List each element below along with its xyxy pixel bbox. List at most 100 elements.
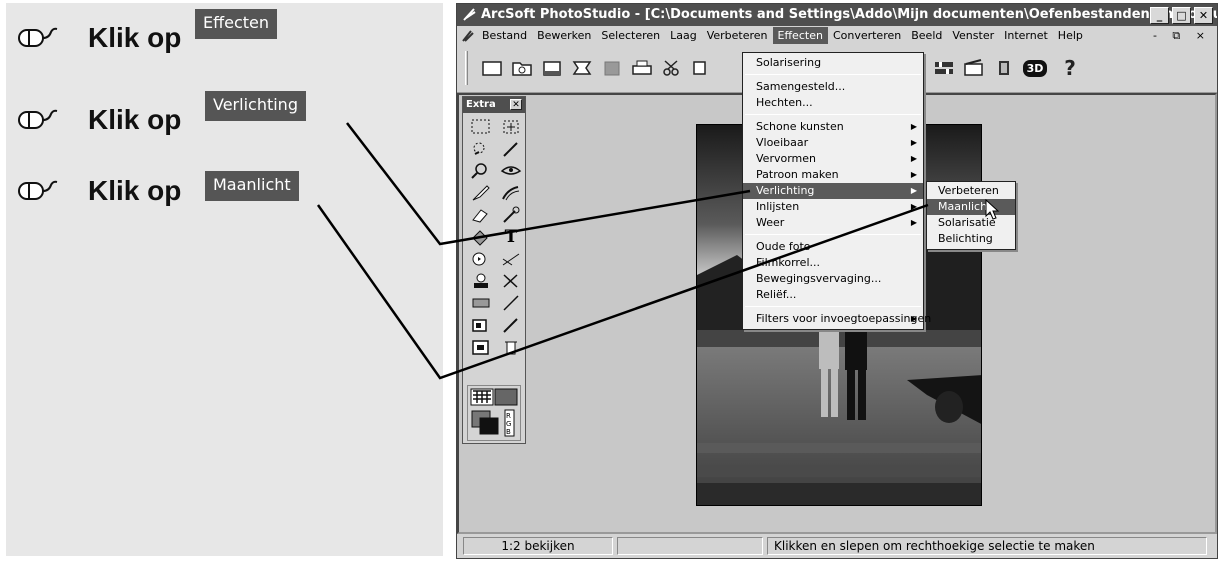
resize-icon[interactable]: [468, 337, 494, 356]
menu-item-schone-kunsten[interactable]: Schone kunsten ▶: [743, 119, 923, 135]
instruction-target-verlichting: Verlichting: [205, 91, 306, 121]
eraser-icon[interactable]: [468, 205, 494, 224]
gradient-tool-icon[interactable]: [498, 249, 524, 268]
menu-item-vervormen[interactable]: Vervormen ▶: [743, 151, 923, 167]
instruction-panel: Klik op Effecten Klik op Verlichting Kli…: [6, 3, 443, 556]
effecten-menu: Solarisering Samengesteld... Hechten... …: [742, 52, 931, 330]
move-select-icon[interactable]: [498, 117, 524, 136]
clone-icon[interactable]: [498, 205, 524, 224]
menu-converteren[interactable]: Converteren: [828, 27, 906, 44]
palette-title[interactable]: Extra ✕: [463, 97, 525, 113]
line-icon[interactable]: [498, 293, 524, 312]
menu-item-verlichting[interactable]: Verlichting ▶: [743, 183, 923, 199]
open-icon[interactable]: [509, 55, 535, 81]
fill-icon[interactable]: [468, 227, 494, 246]
submenu-arrow-icon: ▶: [910, 202, 917, 211]
zoom-status: 1:2 bekijken: [463, 537, 613, 555]
instruction-step-3: Klik op: [18, 170, 181, 212]
menu-beeld[interactable]: Beeld: [906, 27, 947, 44]
submenu-item-verbeteren[interactable]: Verbeteren: [927, 183, 1015, 199]
film-icon[interactable]: [961, 55, 987, 81]
palette-tools: T: [463, 113, 525, 356]
help-icon[interactable]: ?: [1057, 55, 1083, 81]
menu-bar: Bestand Bewerken Selecteren Laag Verbete…: [457, 26, 1217, 45]
pen-icon[interactable]: [498, 139, 524, 158]
disk-icon[interactable]: [599, 55, 625, 81]
rect-select-icon[interactable]: [468, 117, 494, 136]
trash-icon[interactable]: [498, 337, 524, 356]
submenu-item-maanlicht[interactable]: Maanlicht: [927, 199, 1015, 215]
verlichting-submenu: Verbeteren Maanlicht Solarisatie Belicht…: [926, 181, 1016, 250]
instruction-target-effecten: Effecten: [195, 9, 278, 39]
menu-item-solarisering[interactable]: Solarisering: [743, 55, 923, 71]
mouse-icon: [18, 109, 58, 129]
crop-icon[interactable]: [468, 315, 494, 334]
instruction-text: Klik op: [88, 22, 182, 53]
text-icon[interactable]: T: [498, 227, 524, 247]
submenu-arrow-icon: ▶: [910, 154, 917, 163]
eye-icon[interactable]: [498, 161, 524, 180]
menu-separator: [745, 114, 921, 115]
menu-item-hechten[interactable]: Hechten...: [743, 95, 923, 111]
adjust-icon[interactable]: [931, 55, 957, 81]
menu-help[interactable]: Help: [1053, 27, 1088, 44]
eyedropper-icon[interactable]: [498, 315, 524, 334]
submenu-arrow-icon: ▶: [910, 170, 917, 179]
submenu-arrow-icon: ▶: [910, 186, 917, 195]
maximize-button[interactable]: □: [1172, 7, 1191, 24]
tool-palette: Extra ✕ T RGB: [462, 96, 526, 444]
scan-icon[interactable]: [569, 55, 595, 81]
menu-item-inlijsten[interactable]: Inlijsten ▶: [743, 199, 923, 215]
menu-item-patroon-maken[interactable]: Patroon maken ▶: [743, 167, 923, 183]
scissors-icon[interactable]: [498, 271, 524, 290]
new-icon[interactable]: [479, 55, 505, 81]
rectangle-icon[interactable]: [468, 293, 494, 312]
window-title: ArcSoft PhotoStudio - [C:\Documents and …: [481, 7, 1217, 22]
brush-icon[interactable]: [468, 183, 494, 202]
close-button[interactable]: ✕: [1194, 7, 1213, 24]
palette-close-button[interactable]: ✕: [510, 99, 522, 110]
save-icon[interactable]: [539, 55, 565, 81]
menu-effecten[interactable]: Effecten: [772, 27, 828, 44]
menu-item-oude-foto[interactable]: Oude foto: [743, 239, 923, 255]
instruction-text: Klik op: [88, 104, 182, 135]
menu-bestand[interactable]: Bestand: [477, 27, 532, 44]
copy-icon[interactable]: [689, 55, 715, 81]
instruction-target-maanlicht: Maanlicht: [205, 171, 299, 201]
menu-separator: [745, 74, 921, 75]
print-icon[interactable]: [629, 55, 655, 81]
menu-venster[interactable]: Venster: [947, 27, 999, 44]
instruction-text: Klik op: [88, 175, 182, 206]
toolbar-grip[interactable]: [465, 51, 468, 85]
menu-item-samengesteld[interactable]: Samengesteld...: [743, 79, 923, 95]
submenu-arrow-icon: ▶: [910, 122, 917, 131]
menu-item-relief[interactable]: Reliëf...: [743, 287, 923, 303]
status-middle: [617, 537, 763, 555]
3d-icon[interactable]: 3D: [1019, 55, 1051, 81]
menu-bewerken[interactable]: Bewerken: [532, 27, 596, 44]
submenu-item-solarisatie[interactable]: Solarisatie: [927, 215, 1015, 231]
menu-selecteren[interactable]: Selecteren: [596, 27, 665, 44]
book-icon[interactable]: [991, 55, 1017, 81]
color-selector[interactable]: RGB: [467, 385, 521, 441]
menu-item-vloeibaar[interactable]: Vloeibaar ▶: [743, 135, 923, 151]
menu-item-filmkorrel[interactable]: Filmkorrel...: [743, 255, 923, 271]
stamp-icon[interactable]: [468, 271, 494, 290]
menu-separator: [745, 234, 921, 235]
shape-icon[interactable]: [468, 249, 494, 268]
minimize-button[interactable]: _: [1150, 7, 1169, 24]
smudge-icon[interactable]: [498, 183, 524, 202]
status-hint: Klikken en slepen om rechthoekige select…: [767, 537, 1207, 555]
menu-item-filters-invoegtoepassingen[interactable]: Filters voor invoegtoepassingen ▶: [743, 311, 931, 327]
menu-item-bewegingsvervaging[interactable]: Bewegingsvervaging...: [743, 271, 923, 287]
menu-item-weer[interactable]: Weer ▶: [743, 215, 923, 231]
zoom-icon[interactable]: [468, 161, 494, 180]
menu-laag[interactable]: Laag: [665, 27, 702, 44]
submenu-item-belichting[interactable]: Belichting: [927, 231, 1015, 247]
lasso-icon[interactable]: [468, 139, 494, 158]
mdi-window-controls[interactable]: - ⧉ ×: [1153, 29, 1217, 43]
cut-icon[interactable]: [659, 55, 685, 81]
menu-verbeteren[interactable]: Verbeteren: [702, 27, 773, 44]
menu-internet[interactable]: Internet: [999, 27, 1053, 44]
submenu-arrow-icon: ▶: [910, 218, 917, 227]
